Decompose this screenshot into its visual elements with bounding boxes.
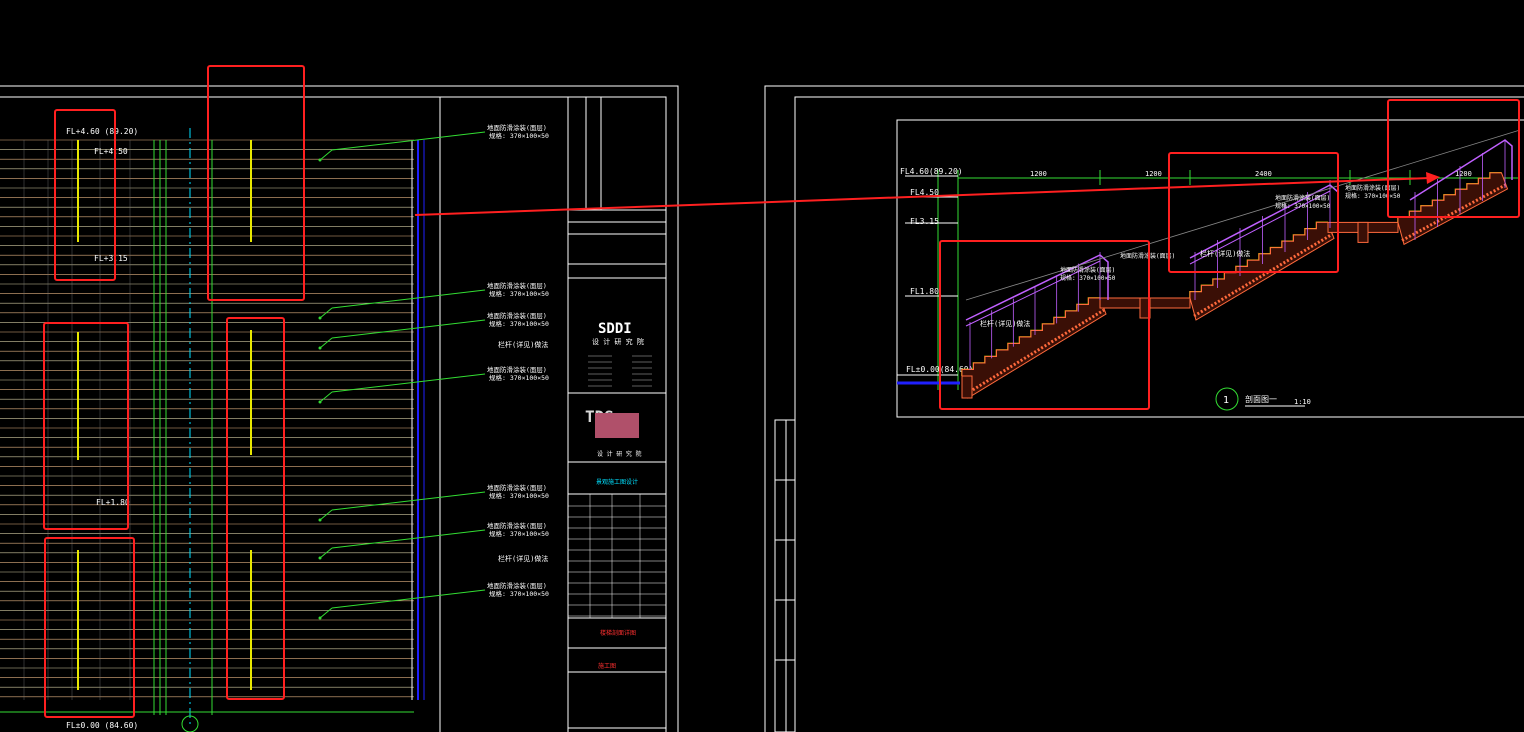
company-name: 设 计 研 究 院 bbox=[592, 337, 644, 346]
callout-text: 地面防滑涂装(面层) bbox=[487, 365, 547, 374]
leader-dot bbox=[318, 518, 322, 522]
drawing-name: 楼梯剖面详图 bbox=[600, 629, 636, 637]
level-label-top2: FL+4.50 bbox=[94, 147, 128, 156]
stair-hatch bbox=[1193, 233, 1333, 318]
r-callout-1b: 规格: 370×100×50 bbox=[1060, 274, 1116, 282]
leader-line bbox=[319, 337, 333, 349]
leader-line bbox=[319, 149, 333, 161]
railing-note-1: 栏杆(详见)做法 bbox=[498, 340, 548, 349]
highlight-box-7[interactable] bbox=[1168, 152, 1339, 273]
red-note: 施工图 bbox=[598, 662, 616, 670]
callout-text: 地面防滑涂装(面层) bbox=[487, 311, 547, 320]
railing-label-1: 栏杆(详见)做法 bbox=[980, 319, 1030, 328]
leader-line bbox=[331, 131, 486, 151]
level-label-base: FL±0.00 (84.60) bbox=[66, 721, 138, 730]
callout-subtext: 规格: 370×100×50 bbox=[489, 373, 549, 382]
section-title: 剖面图一 bbox=[1245, 394, 1277, 404]
leader-line bbox=[331, 589, 486, 609]
callout-subtext: 规格: 370×100×50 bbox=[489, 289, 549, 298]
dim-4: 1200 bbox=[1455, 170, 1472, 178]
leader-dot bbox=[318, 556, 322, 560]
footing bbox=[1357, 221, 1369, 243]
section-number: 1 bbox=[1223, 395, 1229, 406]
callout-subtext: 规格: 370×100×50 bbox=[489, 319, 549, 328]
dim-1: 1200 bbox=[1030, 170, 1047, 178]
section-scale: 1:10 bbox=[1294, 398, 1311, 406]
title-block: SDDI 设 计 研 究 院 TDS 设 计 研 究 院 景观施工图设计 楼梯剖… bbox=[567, 96, 667, 732]
leader-line bbox=[319, 607, 333, 619]
leader-line bbox=[331, 289, 486, 309]
tds-logo-block bbox=[595, 413, 639, 438]
leader-line bbox=[319, 391, 333, 403]
highlight-annotations[interactable] bbox=[43, 65, 1520, 718]
callout-text: 地面防滑涂装(面层) bbox=[487, 123, 547, 132]
callout-text: 地面防滑涂装(面层) bbox=[487, 483, 547, 492]
leader-line bbox=[331, 319, 486, 339]
r-callout-1: 地面防滑涂装(面层) bbox=[1060, 266, 1115, 274]
r-level-b: FL3.15 bbox=[910, 217, 939, 226]
revision-table bbox=[774, 419, 796, 732]
callout-text: 地面防滑涂装(面层) bbox=[487, 521, 547, 530]
r-level-c: FL1.80 bbox=[910, 287, 939, 296]
project-name: 景观施工图设计 bbox=[596, 478, 638, 486]
callout-subtext: 规格: 370×100×50 bbox=[489, 491, 549, 500]
leader-dot bbox=[318, 316, 322, 320]
column-lines bbox=[153, 128, 425, 725]
callout-subtext: 规格: 370×100×50 bbox=[489, 529, 549, 538]
level-label-top: FL+4.60 (89.20) bbox=[66, 127, 138, 136]
r-callout-4: 地面防滑涂装(面层) bbox=[1345, 184, 1400, 192]
dim-2: 1200 bbox=[1145, 170, 1162, 178]
company-logo: SDDI bbox=[598, 321, 632, 337]
title-block-table bbox=[568, 355, 666, 618]
leader-dot bbox=[318, 400, 322, 404]
callout-subtext: 规格: 370×100×50 bbox=[489, 589, 549, 598]
leader-line bbox=[331, 373, 486, 393]
callout-text: 地面防滑涂装(面层) bbox=[487, 281, 547, 290]
r-callout-3: 地面防滑涂装(面层) bbox=[1275, 194, 1330, 202]
callout-subtext: 规格: 370×100×50 bbox=[489, 131, 549, 140]
dim-3: 2400 bbox=[1255, 170, 1272, 178]
railing-posts bbox=[77, 140, 252, 690]
highlight-box-5[interactable] bbox=[44, 537, 135, 718]
leader-line bbox=[331, 491, 486, 511]
r-callout-2: 地面防滑涂装(面层) bbox=[1120, 252, 1175, 260]
leader-dot bbox=[318, 616, 322, 620]
leader-dot bbox=[318, 158, 322, 162]
footing bbox=[961, 375, 973, 399]
company-subtitle: 设 计 研 究 院 bbox=[597, 450, 641, 458]
callout-text: 地面防滑涂装(面层) bbox=[487, 581, 547, 590]
railings bbox=[965, 129, 1521, 327]
cad-drawing-canvas[interactable]: FL+4.60 (89.20) FL+4.50 FL+3.15 FL+1.80 … bbox=[0, 0, 1524, 732]
leader-dot bbox=[318, 346, 322, 350]
level-label-mid: FL+3.15 bbox=[94, 254, 128, 263]
stair-slab bbox=[1397, 172, 1509, 246]
highlight-box-4[interactable] bbox=[226, 317, 285, 700]
railing-label-2: 栏杆(详见)做法 bbox=[1200, 249, 1250, 258]
left-sheet: FL+4.60 (89.20) FL+4.50 FL+3.15 FL+1.80 … bbox=[0, 85, 679, 732]
level-label-low: FL+1.80 bbox=[96, 498, 130, 507]
leader-line bbox=[331, 529, 486, 549]
r-level-top: FL4.60(89.20) bbox=[900, 167, 963, 176]
level-lines: FL4.60(89.20) FL4.50 FL3.15 FL1.80 FL±0.… bbox=[897, 167, 973, 385]
leader-line bbox=[319, 509, 333, 521]
r-callout-4b: 规格: 370×100×50 bbox=[1345, 192, 1401, 200]
r-callout-3b: 规格: 370×100×50 bbox=[1275, 202, 1331, 210]
railing-note-2: 栏杆(详见)做法 bbox=[498, 554, 548, 563]
